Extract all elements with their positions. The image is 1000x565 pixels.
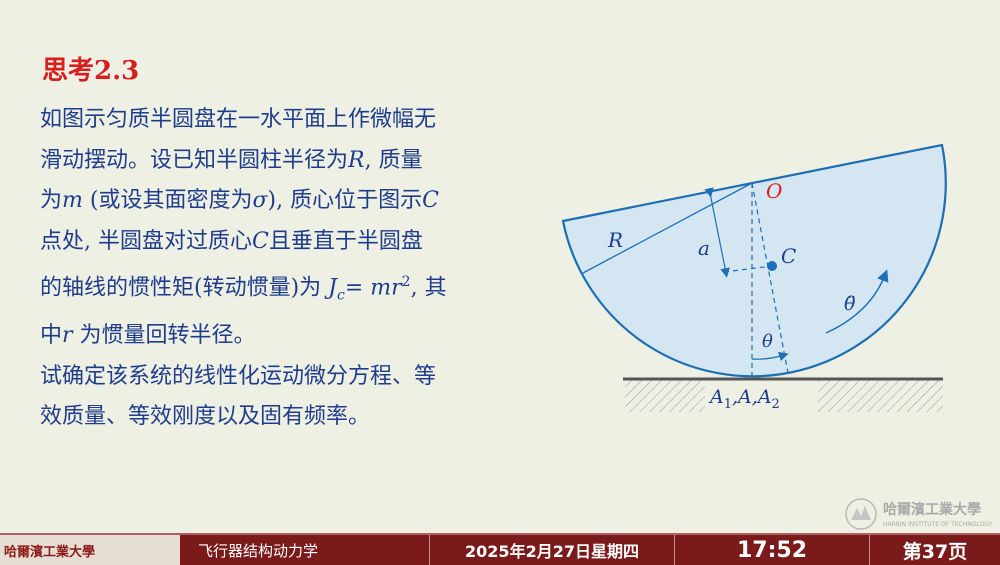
label-theta: θ (762, 331, 773, 352)
problem-text: = (344, 275, 371, 301)
center-of-mass-dot (767, 261, 777, 271)
problem-text: 效质量、等效刚度以及固有频率。 (40, 404, 371, 430)
problem-text: 为 (40, 188, 63, 213)
problem-text: ), 质心位于图示 (267, 188, 423, 213)
half-disc (561, 143, 947, 378)
problem-line: 点处, 半圆盘对过质心C且垂直于半圆盘 (40, 222, 555, 263)
problem-text: 且垂直于半圆盘 (268, 228, 423, 254)
watermark-subtitle: HARBIN INSTITUTE OF TECHNOLOGY (883, 521, 993, 528)
footer-date: 2025年2月27日星期四 (430, 535, 675, 565)
symbol-subscript-c: c (337, 287, 345, 304)
problem-line: 的轴线的惯性矩(转动惯量)为 Jc= mr2, 其 (40, 262, 555, 316)
problem-statement: 如图示匀质半圆盘在一水平面上作微幅无 滑动摆动。设已知半圆柱半径为R, 质量 为… (40, 100, 555, 438)
symbol-superscript-2: 2 (401, 274, 411, 290)
symbol-C: C (252, 228, 269, 254)
watermark-name: 哈爾濱工業大學 (883, 501, 981, 518)
problem-line: 试确定该系统的线性化运动微分方程、等 (40, 357, 555, 398)
problem-text: 如图示匀质半圆盘在一水平面上作微幅无 (40, 107, 437, 132)
footer-logo: 哈爾濱工業大學 (0, 535, 180, 565)
problem-text: 的轴线的惯性矩(转动惯量)为 (40, 275, 329, 301)
symbol-J: J (328, 275, 337, 301)
slide-title: 思考2.3 (42, 56, 140, 86)
problem-text: 滑动摆动。设已知半圆柱半径为 (40, 147, 349, 173)
footer-page-number: 第37页 (902, 540, 968, 563)
problem-line: 效质量、等效刚度以及固有频率。 (40, 397, 555, 438)
problem-text: , 其 (410, 275, 447, 301)
problem-text: , 质量 (364, 147, 423, 173)
label-R: R (607, 228, 623, 252)
problem-text: 为惯量回转半径。 (72, 323, 256, 349)
label-contact-points: A1,A,A2 (708, 386, 780, 412)
problem-line: 为m (或设其面密度为σ), 质心位于图示C (40, 181, 555, 222)
semicircular-disc-diagram: O R a C θ θ̈ A1,A,A2 (561, 143, 947, 412)
label-O: O (766, 179, 782, 203)
symbol-m: m (62, 188, 83, 213)
problem-line: 如图示匀质半圆盘在一水平面上作微幅无 (40, 100, 555, 141)
symbol-C: C (422, 188, 439, 213)
symbol-r: r (62, 323, 73, 349)
problem-text: (或设其面密度为 (82, 188, 253, 213)
label-a: a (698, 236, 710, 260)
ground-hatch-left (625, 380, 705, 412)
symbol-mr: mr (370, 275, 402, 301)
problem-line: 中r 为惯量回转半径。 (40, 316, 555, 357)
watermark-emblem-icon (845, 498, 877, 530)
problem-text: 点处, 半圆盘对过质心 (40, 228, 252, 254)
ground-hatch-right (818, 380, 943, 412)
footer-logo-text: 哈爾濱工業大學 (4, 544, 96, 560)
label-C: C (781, 244, 796, 268)
problem-line: 滑动摆动。设已知半圆柱半径为R, 质量 (40, 141, 555, 182)
watermark-emblem-detail (851, 506, 871, 520)
university-watermark: 哈爾濱工業大學 HARBIN INSTITUTE OF TECHNOLOGY (845, 498, 993, 530)
label-theta-ddot: θ̈ (844, 293, 856, 315)
problem-text: 试确定该系统的线性化运动微分方程、等 (40, 363, 437, 389)
problem-text: 中 (40, 323, 63, 349)
footer-course-name: 飞行器结构动力学 (180, 535, 430, 565)
footer-time: 17:52 (675, 535, 870, 565)
symbol-sigma: σ (252, 188, 268, 213)
symbol-R: R (348, 147, 365, 173)
footer-bar: 哈爾濱工業大學 飞行器结构动力学 2025年2月27日星期四 17:52 第37… (0, 533, 1000, 565)
